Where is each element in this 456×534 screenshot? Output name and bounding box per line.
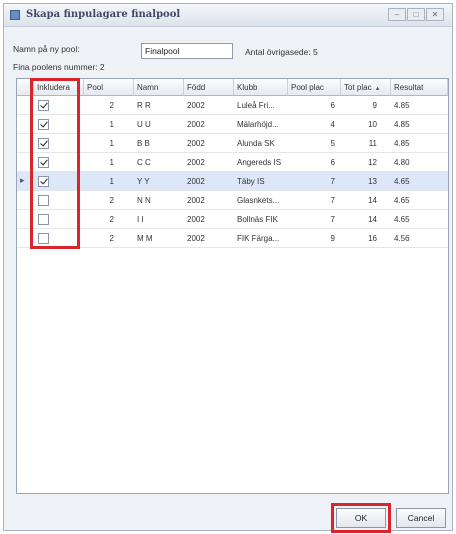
participants-grid: Inkludera Pool Namn Född Klubb Pool plac… [16,78,449,494]
table-row[interactable]: 1 U U 2002 Mälarhöjd... 4 10 4.85 [17,115,448,134]
column-header-fodd[interactable]: Född [184,79,234,96]
cell-born: 2002 [187,120,205,129]
cell-born: 2002 [187,234,205,243]
cell-club: Täby IS [237,177,265,186]
cell-pool-place: 9 [330,234,335,243]
column-header-inkludera[interactable]: Inkludera [34,79,84,96]
cell-born: 2002 [187,139,205,148]
include-checkbox[interactable] [38,100,49,111]
include-checkbox[interactable] [38,233,49,244]
table-row[interactable]: 1 B B 2002 Alunda SK 5 11 4.85 [17,134,448,153]
cell-pool: 1 [109,177,114,186]
minimize-button[interactable]: – [388,8,406,21]
app-icon [10,10,20,20]
cell-pool: 2 [109,196,114,205]
cell-result: 4.56 [394,234,410,243]
cell-result: 4.65 [394,177,410,186]
pool-numbers-label: Fina poolens nummer: 2 [13,62,105,72]
cell-pool-place: 4 [330,120,335,129]
cell-name: I I [137,215,144,224]
cell-club: Luleå Fri... [237,101,275,110]
close-button[interactable]: ✕ [426,8,444,21]
include-checkbox[interactable] [38,138,49,149]
cell-tot-place: 13 [368,177,377,186]
cell-result: 4.85 [394,101,410,110]
include-checkbox[interactable] [38,195,49,206]
cell-name: R R [137,101,151,110]
cell-born: 2002 [187,177,205,186]
cell-pool-place: 7 [330,215,335,224]
cell-born: 2002 [187,101,205,110]
cell-pool: 2 [109,234,114,243]
cell-tot-place: 14 [368,196,377,205]
cell-tot-place: 12 [368,158,377,167]
cell-club: Alunda SK [237,139,275,148]
cell-club: Angereds IS [237,158,282,167]
cell-name: M M [137,234,153,243]
cell-born: 2002 [187,215,205,224]
cancel-button[interactable]: Cancel [396,508,446,528]
maximize-button[interactable]: □ [407,8,425,21]
cell-pool: 1 [109,120,114,129]
cell-pool: 2 [109,215,114,224]
column-header-klubb[interactable]: Klubb [234,79,288,96]
cell-club: Glasnkets... [237,196,280,205]
dialog-window: Skapa finpulagare finalpool – □ ✕ Namn p… [3,3,453,533]
table-row[interactable]: 2 N N 2002 Glasnkets... 7 14 4.65 [17,191,448,210]
count-label: Antal övrigasede: 5 [245,47,318,57]
table-row[interactable]: 2 R R 2002 Luleå Fri... 6 9 4.85 [17,96,448,115]
ok-button[interactable]: OK [336,508,386,528]
cell-result: 4.80 [394,158,410,167]
tot-plac-label: Tot plac [344,83,372,92]
column-header-resultat[interactable]: Resultat [391,79,448,96]
cell-pool-place: 6 [330,158,335,167]
current-row-indicator-icon: ▸ [20,175,25,185]
cell-result: 4.65 [394,196,410,205]
cell-born: 2002 [187,196,205,205]
column-header-tot-plac[interactable]: Tot plac ▲ [341,79,391,96]
cell-pool: 2 [109,101,114,110]
cell-born: 2002 [187,158,205,167]
cell-club: Bollnäs FIK [237,215,278,224]
cell-name: Y Y [137,177,150,186]
cell-result: 4.85 [394,120,410,129]
table-row[interactable]: 2 M M 2002 FIK Färga... 9 16 4.56 [17,229,448,248]
include-checkbox[interactable] [38,214,49,225]
column-header-pool-plac[interactable]: Pool plac [288,79,341,96]
cell-tot-place: 11 [368,139,377,148]
cell-name: N N [137,196,151,205]
cell-result: 4.85 [394,139,410,148]
cell-tot-place: 10 [368,120,377,129]
cell-club: Mälarhöjd... [237,120,279,129]
column-header-namn[interactable]: Namn [134,79,184,96]
cell-name: C C [137,158,151,167]
name-label: Namn på ny pool: [13,44,80,54]
include-checkbox[interactable] [38,119,49,130]
cell-tot-place: 14 [368,215,377,224]
cell-pool-place: 7 [330,196,335,205]
table-row[interactable]: ▸ 1 Y Y 2002 Täby IS 7 13 4.65 [17,172,448,191]
cell-pool-place: 6 [330,101,335,110]
cell-pool: 1 [109,139,114,148]
cell-pool-place: 7 [330,177,335,186]
include-checkbox[interactable] [38,176,49,187]
title-bar[interactable]: Skapa finpulagare finalpool – □ ✕ [4,4,452,27]
window-title: Skapa finpulagare finalpool [26,9,181,20]
table-row[interactable]: 2 I I 2002 Bollnäs FIK 7 14 4.65 [17,210,448,229]
pool-name-input[interactable] [141,43,233,59]
sort-ascending-icon: ▲ [374,86,381,92]
cell-result: 4.65 [394,215,410,224]
column-header-pool[interactable]: Pool [84,79,134,96]
cell-tot-place: 9 [372,101,377,110]
table-row[interactable]: 1 C C 2002 Angereds IS 6 12 4.80 [17,153,448,172]
cell-pool-place: 5 [330,139,335,148]
row-header-corner [17,79,34,96]
cell-name: U U [137,120,151,129]
include-checkbox[interactable] [38,157,49,168]
cell-club: FIK Färga... [237,234,280,243]
cell-tot-place: 16 [368,234,377,243]
cell-pool: 1 [109,158,114,167]
cell-name: B B [137,139,150,148]
